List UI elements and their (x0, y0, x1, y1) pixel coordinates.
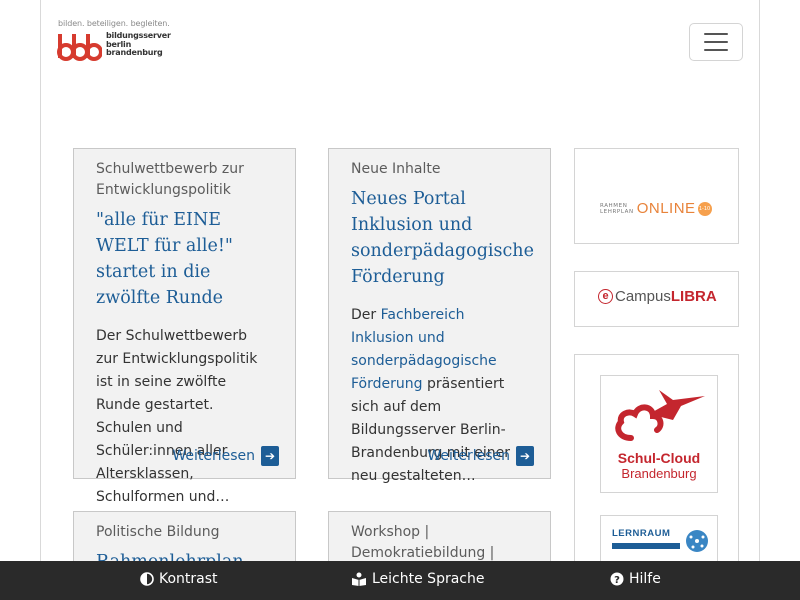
news-card: Neue Inhalte Neues Portal Inklusion und … (328, 148, 551, 484)
read-more-link[interactable]: Weiterlesen ➔ (172, 446, 279, 466)
menu-toggle-button[interactable] (689, 23, 743, 61)
card-title-link[interactable]: "alle für EINE WELT für alle!" startet i… (96, 207, 273, 311)
news-card: Schulwettbewerb zur Entwicklungspolitik … (73, 148, 296, 505)
card-kicker: Politische Bildung (96, 524, 220, 540)
easy-language-button[interactable]: Leichte Sprache (351, 571, 484, 587)
ecampus-e-icon: e (598, 289, 613, 304)
globe-network-icon (686, 530, 708, 552)
lernraum-berlin-banner[interactable]: LERNRAUM (600, 515, 718, 565)
cloud-bird-icon (615, 390, 705, 441)
logo-tagline: bilden. beteiligen. begleiten. (58, 19, 170, 28)
rahmenlehrplan-online-banner[interactable] (574, 148, 739, 244)
arrow-right-icon: ➔ (516, 446, 534, 466)
card-title-link[interactable]: Neues Portal Inklusion und sonderpädagog… (351, 186, 534, 290)
card-kicker: Neue Inhalte (351, 161, 441, 177)
site-logo[interactable]: bilden. beteiligen. begleiten. bildungss… (56, 19, 171, 63)
accessibility-bar: Kontrast Leichte Sprache ? Hilfe (0, 561, 800, 600)
card-kicker: Schulwettbewerb zur Entwicklungspolitik (96, 161, 244, 198)
contrast-icon (140, 572, 154, 586)
bbb-logo-icon (57, 34, 102, 61)
reading-person-icon (352, 572, 366, 586)
schul-cloud-banner[interactable]: Schul-Cloud Brandenburg (600, 375, 718, 493)
contrast-button[interactable]: Kontrast (140, 571, 218, 587)
svg-text:?: ? (614, 575, 620, 586)
read-more-link[interactable]: Weiterlesen ➔ (427, 446, 534, 466)
help-button[interactable]: ? Hilfe (610, 571, 661, 587)
lernraum-subtitle-bar (612, 543, 680, 549)
hamburger-icon (704, 33, 728, 35)
arrow-right-icon: ➔ (261, 446, 279, 466)
card-teaser: Der Schulwettbewerb zur Entwicklungspoli… (96, 328, 258, 505)
rahmenlehrplan-logo: RAHMEN LEHRPLAN ONLINE 1-10 (600, 200, 712, 217)
help-icon: ? (610, 572, 624, 586)
logo-wordmark: bildungsserver berlin brandenburg (106, 31, 171, 57)
ecampus-libra-logo: e Campus LIBRA (598, 288, 717, 305)
